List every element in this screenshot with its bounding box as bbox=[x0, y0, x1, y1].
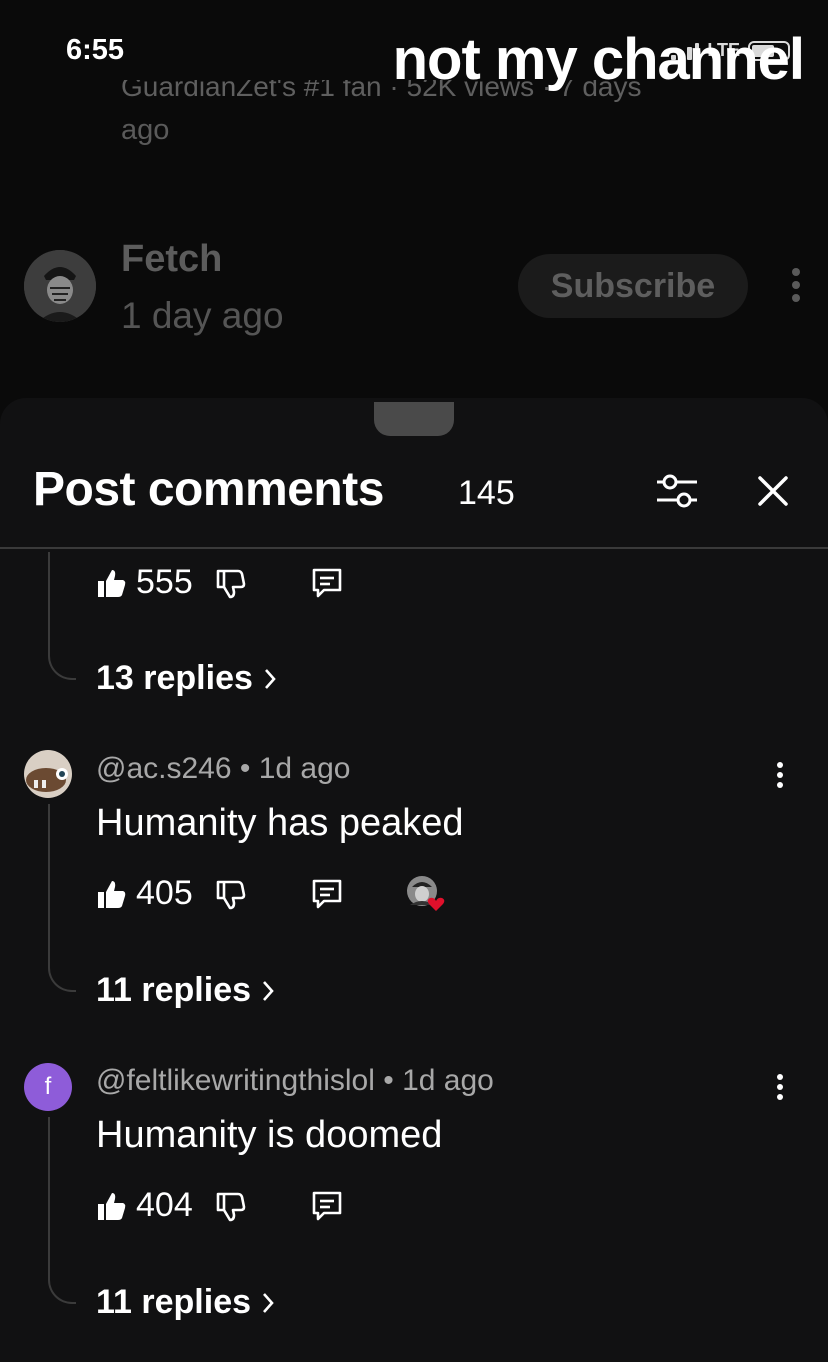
comment-actions: 404 bbox=[96, 1186, 344, 1225]
replies-label: 11 replies bbox=[96, 971, 252, 1009]
reply-icon[interactable] bbox=[310, 1189, 344, 1223]
thread-line bbox=[48, 1117, 76, 1304]
replies-button[interactable]: 11 replies bbox=[96, 971, 275, 1010]
comment-handle[interactable]: @feltlikewritingthislol bbox=[96, 1064, 375, 1097]
avatar[interactable]: f bbox=[24, 1063, 72, 1111]
comment-time: 1d ago bbox=[258, 752, 351, 785]
replies-label: 11 replies bbox=[96, 1283, 252, 1321]
thumb-up-icon[interactable] bbox=[96, 1190, 126, 1222]
creator-heart-icon bbox=[406, 875, 448, 913]
chevron-right-icon bbox=[263, 667, 277, 691]
comment-actions: 405 bbox=[96, 874, 448, 913]
channel-avatar[interactable] bbox=[24, 250, 96, 322]
sheet-title: Post comments bbox=[33, 463, 384, 516]
thumb-up-icon[interactable] bbox=[96, 878, 126, 910]
sheet-divider bbox=[0, 547, 828, 549]
chevron-right-icon bbox=[261, 979, 275, 1003]
reply-icon[interactable] bbox=[310, 877, 344, 911]
chevron-right-icon bbox=[261, 1291, 275, 1315]
like-count: 555 bbox=[136, 563, 193, 601]
channel-name[interactable]: Fetch bbox=[121, 238, 222, 281]
post-meta-clipped: GuardianZet's #1 fan · 52K views · 7 day… bbox=[121, 80, 642, 102]
drag-handle[interactable] bbox=[374, 402, 454, 436]
channel-post-time: 1 day ago bbox=[121, 295, 284, 336]
more-vert-icon[interactable] bbox=[770, 1072, 790, 1104]
thumb-down-icon[interactable] bbox=[214, 878, 246, 910]
avatar[interactable] bbox=[24, 750, 72, 798]
filter-icon[interactable] bbox=[655, 470, 699, 512]
comment-text: Humanity is doomed bbox=[96, 1114, 443, 1156]
comment-count: 145 bbox=[458, 474, 515, 512]
thumb-up-icon[interactable] bbox=[96, 567, 126, 599]
more-vert-icon[interactable] bbox=[784, 266, 808, 306]
comment-time: 1d ago bbox=[402, 1064, 494, 1097]
comment-meta: @feltlikewritingthislol • 1d ago bbox=[96, 1064, 494, 1097]
comment-meta: @ac.s246 • 1d ago bbox=[96, 752, 351, 785]
thread-line bbox=[48, 552, 76, 680]
subscribe-button[interactable]: Subscribe bbox=[518, 254, 748, 318]
status-time: 6:55 bbox=[66, 34, 125, 66]
like-count: 404 bbox=[136, 1186, 193, 1224]
close-icon[interactable] bbox=[756, 474, 790, 508]
comment-text: Humanity has peaked bbox=[96, 802, 464, 844]
more-vert-icon[interactable] bbox=[770, 760, 790, 792]
comment-actions: 555 bbox=[96, 563, 344, 602]
comment-handle[interactable]: @ac.s246 bbox=[96, 752, 232, 785]
avatar-letter: f bbox=[44, 1073, 52, 1100]
thumb-down-icon[interactable] bbox=[214, 567, 246, 599]
replies-button[interactable]: 13 replies bbox=[96, 659, 277, 698]
thread-line bbox=[48, 804, 76, 992]
like-count: 405 bbox=[136, 874, 193, 912]
reply-icon[interactable] bbox=[310, 566, 344, 600]
thumb-down-icon[interactable] bbox=[214, 1190, 246, 1222]
replies-label: 13 replies bbox=[96, 659, 253, 697]
post-meta-ago: ago bbox=[121, 114, 170, 146]
replies-button[interactable]: 11 replies bbox=[96, 1283, 275, 1322]
